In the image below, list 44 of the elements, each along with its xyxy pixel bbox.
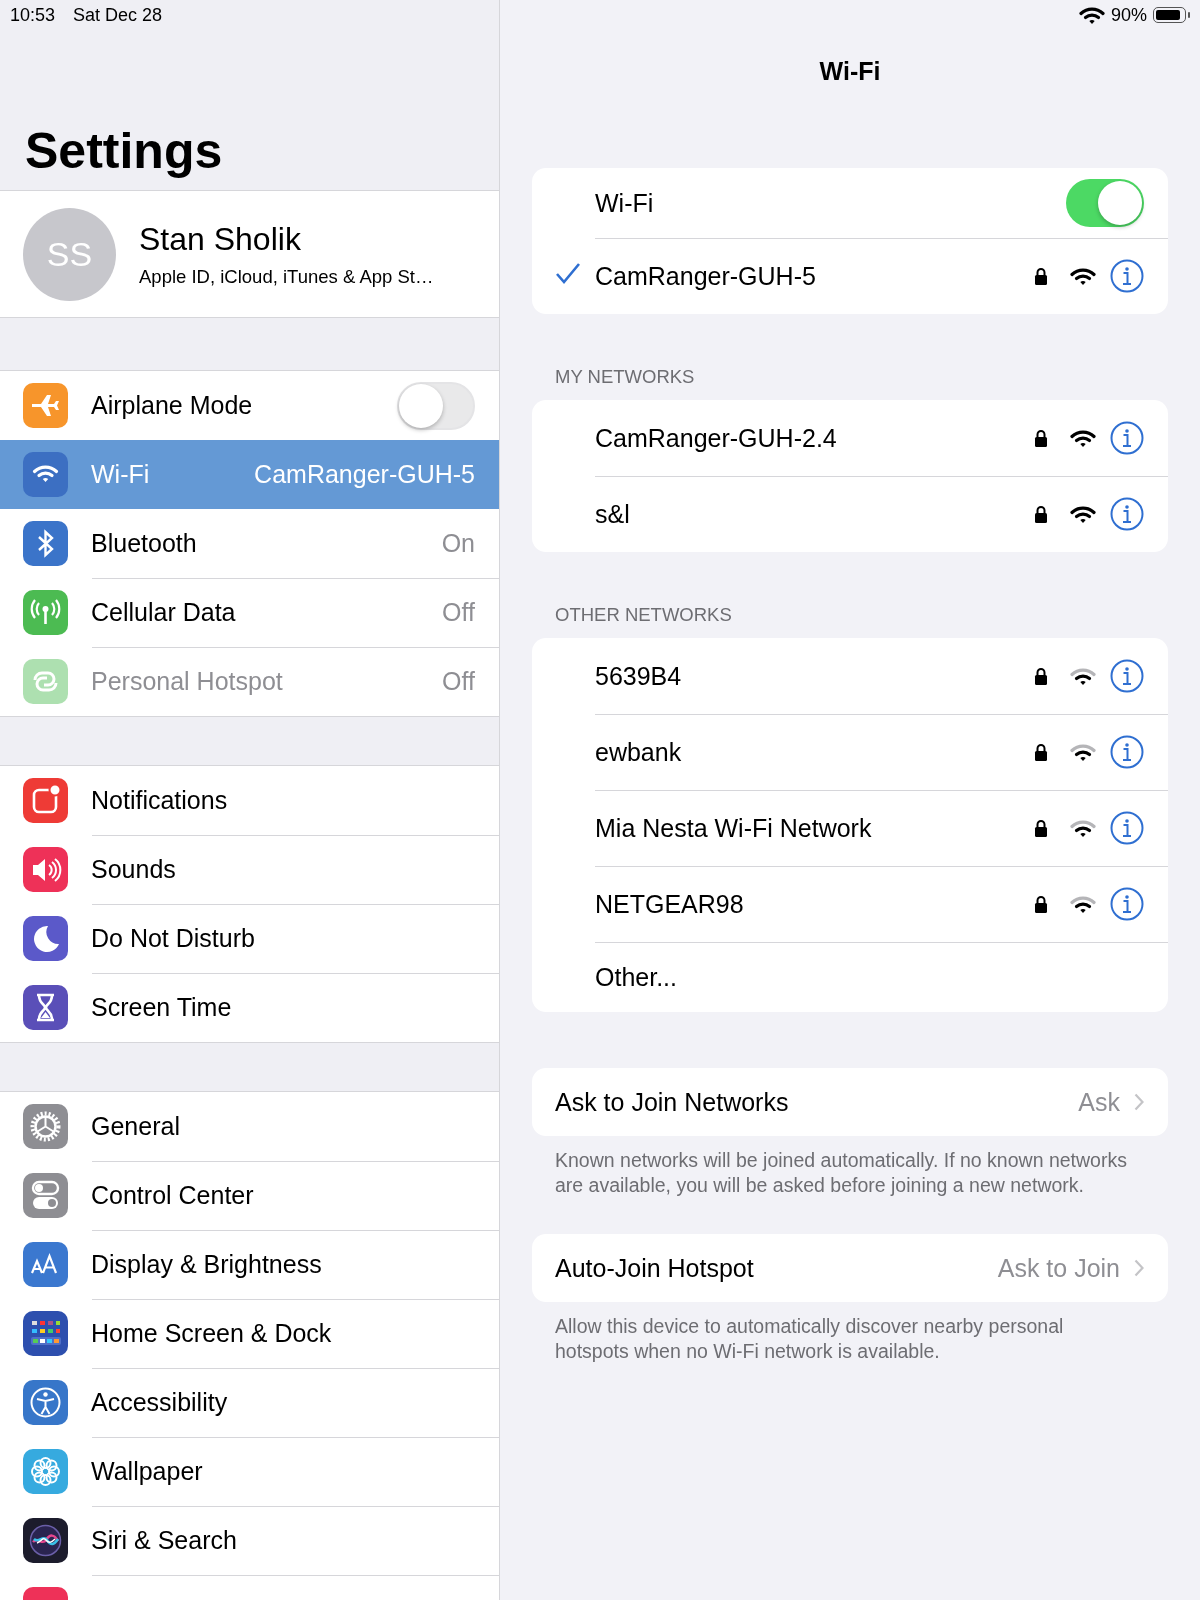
network-row[interactable]: CamRanger-GUH-5 xyxy=(532,238,1168,314)
setting-value: CamRanger-GUH-5 xyxy=(254,460,475,489)
settings-row[interactable]: Siri & Search xyxy=(0,1506,499,1575)
network-row[interactable]: 5639B4 xyxy=(532,638,1168,714)
settings-row[interactable]: Cellular Data Off xyxy=(0,578,499,647)
page-title: Settings xyxy=(25,126,223,176)
battery-percent: 90% xyxy=(1110,4,1147,26)
other-network-link[interactable]: Other... xyxy=(595,962,1144,992)
profile-name: Stan Sholik xyxy=(139,220,302,258)
network-row[interactable]: Mia Nesta Wi-Fi Network xyxy=(532,790,1168,866)
section-header: OTHER NETWORKS xyxy=(555,604,733,626)
network-row[interactable]: s&l xyxy=(532,476,1168,552)
settings-row[interactable]: Screen Time xyxy=(0,973,499,1042)
settings-row[interactable]: Sounds xyxy=(0,835,499,904)
setting-value: Ask xyxy=(1078,1087,1120,1117)
setting-row[interactable]: Auto-Join Hotspot Ask to Join xyxy=(532,1234,1168,1302)
settings-row[interactable]: Home Screen & Dock xyxy=(0,1299,499,1368)
status-time: 10:53 xyxy=(10,4,56,26)
pane-title: Wi-Fi xyxy=(819,56,881,86)
settings-row[interactable]: Airplane Mode xyxy=(0,371,499,440)
avatar: SS xyxy=(23,207,116,301)
settings-row[interactable]: Display & Brightness xyxy=(0,1230,499,1299)
profile-row[interactable]: SS Stan Sholik Apple ID, iCloud, iTunes & App St… xyxy=(0,190,499,318)
settings-row[interactable]: Bluetooth On xyxy=(0,509,499,578)
setting-value: On xyxy=(441,529,475,558)
setting-value: Off xyxy=(442,667,475,696)
setting-value: Ask to Join xyxy=(997,1253,1120,1283)
wifi-label: Wi-Fi xyxy=(595,188,655,218)
network-row[interactable]: CamRanger-GUH-2.4 xyxy=(532,400,1168,476)
network-row[interactable]: NETGEAR98 xyxy=(532,866,1168,942)
settings-row[interactable]: General xyxy=(0,1092,499,1161)
settings-row[interactable]: Wallpaper xyxy=(0,1437,499,1506)
status-date: Sat Dec 28 xyxy=(73,4,163,26)
settings-row[interactable]: Do Not Disturb xyxy=(0,904,499,973)
network-row[interactable]: ewbank xyxy=(532,714,1168,790)
settings-row[interactable]: Accessibility xyxy=(0,1368,499,1437)
setting-row[interactable]: Ask to Join Networks Ask xyxy=(532,1068,1168,1136)
section-header: MY NETWORKS xyxy=(555,366,696,388)
setting-value: Off xyxy=(442,598,475,627)
profile-subtitle: Apple ID, iCloud, iTunes & App St… xyxy=(139,265,434,288)
settings-row[interactable]: Control Center xyxy=(0,1161,499,1230)
footer-note: Allow this device to automatically discover nearby personal hotspots when no Wi-Fi network is available. xyxy=(555,1314,1065,1364)
footer-note: Known networks will be joined automatically. If no known networks are available, you will be asked before joining a new network. xyxy=(555,1148,1128,1198)
settings-row[interactable]: Notifications xyxy=(0,766,499,835)
